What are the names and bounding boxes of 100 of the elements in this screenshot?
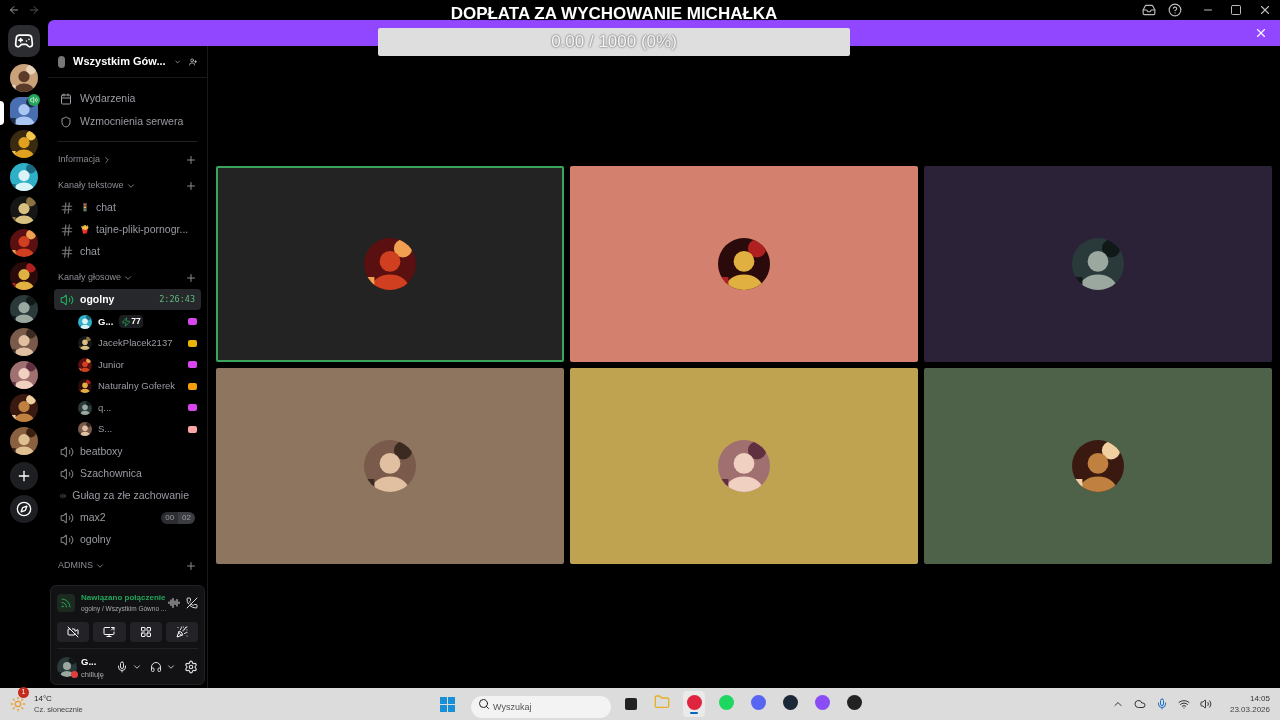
server-icon[interactable] bbox=[10, 427, 38, 455]
menu-item[interactable]: Wydarzenia bbox=[54, 87, 201, 110]
video-tile[interactable] bbox=[570, 166, 918, 362]
clock-date[interactable]: 23.03.2026 bbox=[1229, 704, 1270, 715]
volume-icon[interactable] bbox=[1199, 698, 1212, 710]
channel-item[interactable]: beatboxy bbox=[54, 441, 201, 462]
overlay-title: DOPŁATA ZA WYCHOWANIE MICHAŁKA bbox=[450, 3, 778, 25]
plus-icon bbox=[16, 468, 32, 484]
headphones-icon[interactable] bbox=[150, 661, 162, 674]
voice-user[interactable]: Naturalny Goferek bbox=[54, 375, 201, 397]
weather-icon[interactable] bbox=[10, 696, 26, 712]
voice-user[interactable]: Junior bbox=[54, 354, 201, 376]
server-icon[interactable] bbox=[10, 64, 38, 92]
temperature: 14°C bbox=[34, 693, 53, 704]
speaker-icon bbox=[60, 444, 74, 459]
waveform-icon[interactable] bbox=[168, 596, 180, 609]
category-label[interactable]: Informacja bbox=[58, 153, 101, 167]
speaker-icon bbox=[60, 466, 74, 481]
discover-button[interactable] bbox=[10, 495, 38, 523]
help-icon[interactable] bbox=[1168, 3, 1182, 17]
channel-item[interactable]: Gułag za złe zachowanie bbox=[54, 485, 201, 506]
add-channel-icon[interactable] bbox=[185, 180, 197, 192]
party-popper-icon bbox=[175, 625, 188, 638]
screen-share-icon bbox=[103, 625, 116, 638]
signal-icon bbox=[57, 593, 75, 612]
channel-item[interactable]: Szachownica bbox=[54, 463, 201, 484]
screen-share-button[interactable] bbox=[93, 621, 126, 642]
channel-item[interactable]: 🍟 tajne-pliki-pornogr... bbox=[54, 219, 201, 240]
server-icon[interactable] bbox=[10, 361, 38, 389]
calendar-icon bbox=[60, 92, 72, 105]
microphone-icon[interactable] bbox=[116, 661, 128, 674]
activities-button[interactable] bbox=[129, 621, 162, 642]
server-icon[interactable] bbox=[10, 130, 38, 158]
video-tile[interactable] bbox=[570, 368, 918, 564]
soundboard-button[interactable] bbox=[165, 621, 198, 642]
channel-item[interactable]: chat bbox=[54, 241, 201, 262]
settings-icon[interactable] bbox=[184, 660, 198, 675]
close-icon[interactable] bbox=[1258, 3, 1272, 17]
video-tile[interactable] bbox=[216, 368, 564, 564]
call-timer: 2:26:43 bbox=[159, 293, 195, 306]
channel-item[interactable]: ogolny bbox=[54, 529, 201, 550]
dnd-status-icon bbox=[71, 671, 78, 679]
video-tile[interactable] bbox=[924, 368, 1272, 564]
search-field[interactable]: Wyszukaj bbox=[471, 696, 611, 718]
task-view-icon[interactable] bbox=[625, 698, 637, 710]
logo-icon bbox=[14, 31, 34, 51]
add-channel-icon[interactable] bbox=[185, 154, 197, 166]
disconnect-icon[interactable] bbox=[186, 596, 198, 609]
category-label[interactable]: Kanały głosowe bbox=[58, 271, 122, 285]
server-icon[interactable] bbox=[10, 328, 38, 356]
server-icon bbox=[58, 55, 66, 68]
selection-indicator bbox=[0, 101, 4, 125]
server-icon[interactable] bbox=[10, 262, 38, 290]
server-icon[interactable] bbox=[10, 295, 38, 323]
maximize-icon[interactable] bbox=[1230, 4, 1242, 16]
start-icon[interactable] bbox=[440, 696, 455, 712]
camera-off-icon bbox=[67, 625, 80, 638]
speaker-icon bbox=[60, 510, 74, 525]
channel-emoji: 🍟 bbox=[80, 223, 90, 236]
clock-time[interactable]: 14:05 bbox=[1249, 693, 1270, 704]
add-server-button[interactable] bbox=[10, 462, 38, 490]
back-icon[interactable] bbox=[8, 4, 20, 16]
network-icon[interactable] bbox=[1177, 698, 1190, 710]
menu-item[interactable]: Wzmocnienia serwera bbox=[54, 110, 201, 133]
voice-user[interactable]: G... 77 bbox=[54, 311, 201, 333]
hash-icon bbox=[60, 222, 74, 237]
add-channel-icon[interactable] bbox=[185, 560, 197, 572]
hash-icon bbox=[60, 200, 74, 215]
video-tile[interactable] bbox=[216, 166, 564, 362]
home-button[interactable] bbox=[8, 25, 40, 57]
progress-text: 0.00 / 1000 (0%) bbox=[551, 31, 677, 54]
grid-icon bbox=[139, 625, 152, 638]
server-icon[interactable] bbox=[10, 394, 38, 422]
close-icon[interactable] bbox=[1254, 26, 1268, 40]
speaker-icon bbox=[28, 94, 40, 106]
search-icon bbox=[478, 698, 490, 710]
hash-icon bbox=[60, 244, 74, 259]
server-icon[interactable] bbox=[10, 97, 38, 125]
voice-user[interactable]: q... bbox=[54, 397, 201, 419]
server-icon[interactable] bbox=[10, 229, 38, 257]
inbox-icon[interactable] bbox=[1142, 3, 1156, 17]
speaker-icon bbox=[60, 532, 74, 547]
channel-item[interactable]: ogolny 2:26:43 bbox=[54, 289, 201, 310]
camera-off-button[interactable] bbox=[57, 621, 90, 642]
add-channel-icon[interactable] bbox=[185, 272, 197, 284]
boost-badge: 77 bbox=[119, 315, 143, 329]
opera-app-icon[interactable] bbox=[683, 691, 705, 717]
server-icon[interactable] bbox=[10, 163, 38, 191]
cloud-icon[interactable] bbox=[1133, 698, 1146, 710]
user-name: G... bbox=[81, 654, 98, 669]
video-tile[interactable] bbox=[924, 166, 1272, 362]
channel-item[interactable]: max2 00 02 bbox=[54, 507, 201, 528]
server-icon[interactable] bbox=[10, 196, 38, 224]
compass-icon bbox=[16, 501, 32, 517]
category-label[interactable]: Kanały tekstowe bbox=[58, 179, 124, 193]
server-name[interactable]: Wszystkim Gów... bbox=[73, 53, 166, 70]
voice-user[interactable]: JacekPlacek2137 bbox=[54, 332, 201, 354]
category-label[interactable]: ADMINS bbox=[58, 559, 93, 573]
channel-item[interactable]: 🚦 chat bbox=[54, 197, 201, 218]
voice-user[interactable]: S... bbox=[54, 418, 201, 440]
